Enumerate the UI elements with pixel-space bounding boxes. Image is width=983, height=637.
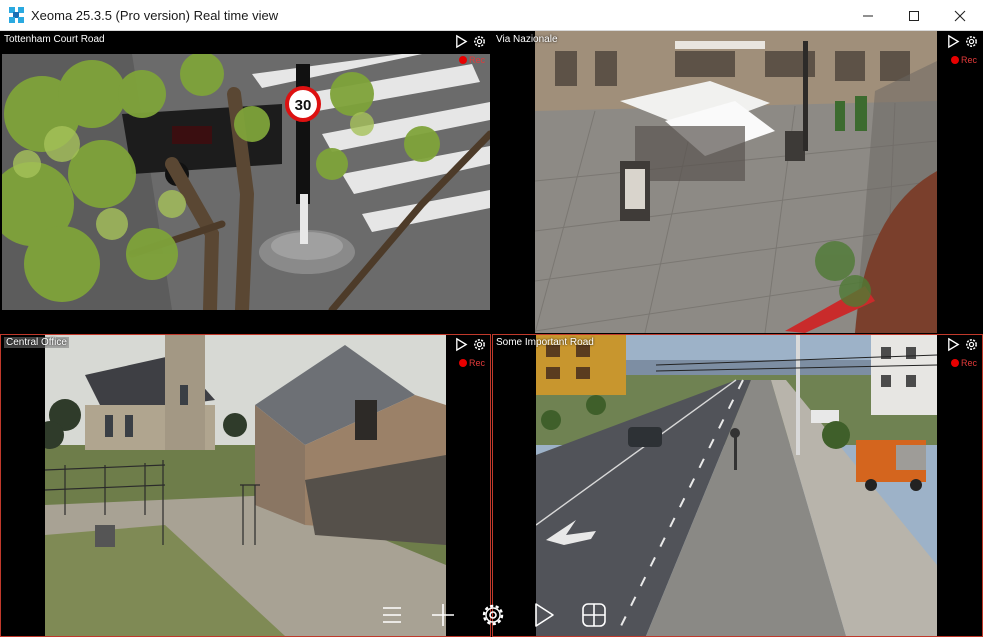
close-icon	[954, 10, 966, 21]
camera-grid: Tottenham Court Road Rec 30 Via Nazional…	[0, 31, 983, 637]
rec-indicator: Rec	[950, 358, 977, 368]
menu-icon[interactable]	[378, 601, 406, 629]
gear-icon[interactable]	[964, 34, 979, 49]
minimize-icon	[863, 15, 873, 16]
camera-feed	[536, 335, 937, 636]
camera-cell-tottenham[interactable]: Tottenham Court Road Rec 30	[0, 31, 491, 334]
window-title: Xeoma 25.3.5 (Pro version) Real time vie…	[31, 7, 279, 23]
rec-indicator: Rec	[458, 358, 485, 368]
rec-dot-icon	[950, 359, 959, 367]
feed-image-piazza	[535, 31, 937, 333]
layout-grid-icon[interactable]	[580, 601, 608, 629]
camera-name: Tottenham Court Road	[4, 34, 105, 45]
camera-feed	[535, 31, 937, 333]
maximize-icon	[909, 10, 919, 21]
rec-dot-icon	[950, 56, 959, 64]
play-icon[interactable]	[454, 337, 469, 352]
title-bar: Xeoma 25.3.5 (Pro version) Real time vie…	[0, 0, 983, 31]
camera-cell-important-road[interactable]: Some Important Road Rec	[492, 334, 983, 637]
play-icon[interactable]	[946, 34, 961, 49]
maximize-button[interactable]	[891, 0, 937, 31]
speed-sign-text: 30	[295, 97, 312, 114]
play-icon[interactable]	[946, 337, 961, 352]
feed-image-road	[536, 335, 937, 636]
play-icon[interactable]	[530, 601, 558, 629]
rec-label: Rec	[468, 358, 485, 368]
rec-label: Rec	[960, 358, 977, 368]
rec-indicator: Rec	[950, 55, 977, 65]
camera-name: Central Office	[4, 337, 69, 348]
rec-label: Rec	[468, 55, 485, 65]
rec-dot-icon	[458, 359, 467, 367]
rec-dot-icon	[458, 56, 467, 64]
gear-icon[interactable]	[472, 34, 487, 49]
rec-indicator: Rec	[458, 55, 485, 65]
settings-icon[interactable]	[479, 601, 507, 629]
close-button[interactable]	[937, 0, 983, 31]
camera-name: Some Important Road	[496, 337, 594, 348]
camera-feed	[45, 335, 446, 636]
minimize-button[interactable]	[845, 0, 891, 31]
feed-image-church	[45, 335, 446, 636]
feed-image-street: 30	[2, 54, 490, 310]
camera-cell-via-nazionale[interactable]: Via Nazionale Rec	[492, 31, 983, 334]
main-toolbar	[378, 598, 608, 632]
camera-feed: 30	[2, 54, 490, 310]
xeoma-app-icon	[9, 7, 25, 23]
rec-label: Rec	[960, 55, 977, 65]
gear-icon[interactable]	[964, 337, 979, 352]
camera-name: Via Nazionale	[496, 34, 558, 45]
add-icon[interactable]	[429, 601, 457, 629]
play-icon[interactable]	[454, 34, 469, 49]
camera-cell-central-office[interactable]: Central Office Rec	[0, 334, 491, 637]
gear-icon[interactable]	[472, 337, 487, 352]
